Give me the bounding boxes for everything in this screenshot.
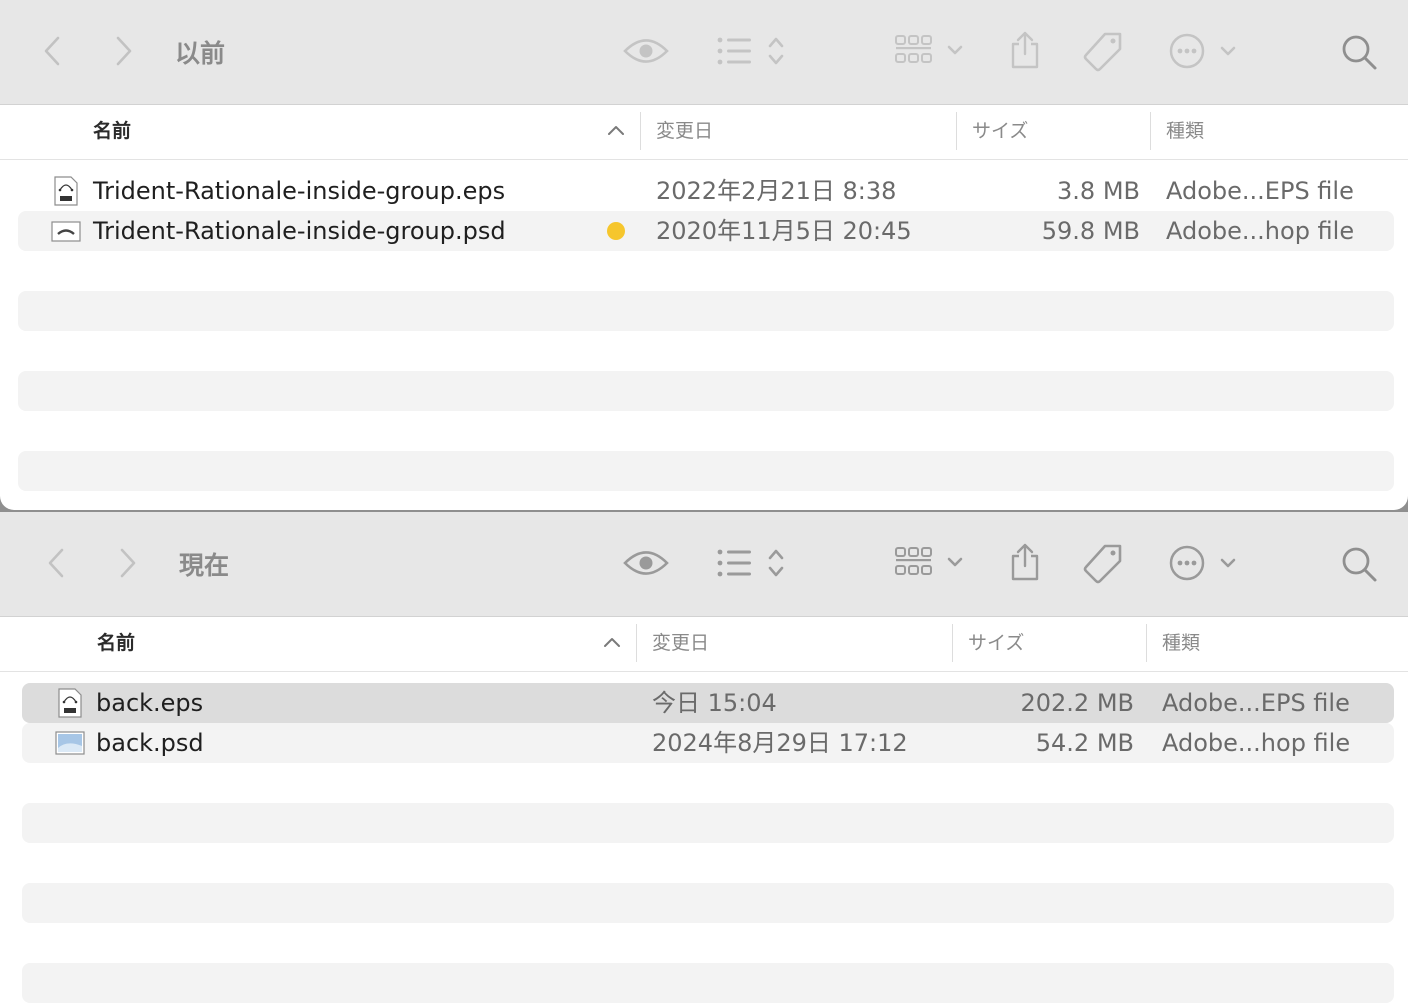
grid-view-icon[interactable] (893, 546, 969, 580)
search-icon[interactable] (1340, 545, 1378, 583)
window-title: 以前 (175, 39, 226, 68)
eps-file-icon (58, 688, 82, 718)
finder-window-current: 現在 名前 変更日 サイズ 種類 back.eps 今日 15:04 202.2… (0, 512, 1408, 1008)
list-view-icon[interactable] (714, 546, 792, 580)
file-date: 2024年8月29日 17:12 (652, 729, 908, 757)
file-size: 54.2 MB (1035, 729, 1134, 757)
empty-row (18, 451, 1394, 491)
file-kind: Adobe...EPS file (1162, 689, 1350, 717)
column-divider[interactable] (956, 112, 957, 150)
file-date: 2022年2月21日 8:38 (656, 177, 897, 205)
eye-icon[interactable] (622, 34, 670, 68)
psd-file-icon (55, 731, 85, 755)
empty-row (18, 371, 1394, 411)
grid-view-icon[interactable] (893, 34, 969, 68)
file-date: 今日 15:04 (652, 689, 777, 717)
column-divider[interactable] (1150, 112, 1151, 150)
file-size: 59.8 MB (1041, 217, 1140, 245)
file-size: 202.2 MB (1020, 689, 1134, 717)
share-icon[interactable] (1008, 542, 1042, 582)
empty-row (22, 803, 1394, 843)
column-divider[interactable] (640, 112, 641, 150)
file-size: 3.8 MB (1057, 177, 1140, 205)
eye-icon[interactable] (622, 546, 670, 580)
forward-icon[interactable] (114, 546, 140, 580)
window-title: 現在 (179, 551, 230, 580)
eps-file-icon (54, 176, 78, 206)
file-row[interactable]: Trident-Rationale-inside-group.eps 2022年… (18, 171, 1394, 211)
column-kind[interactable]: 種類 (1162, 617, 1200, 671)
file-kind: Adobe...EPS file (1166, 177, 1354, 205)
file-name: back.eps (96, 689, 204, 717)
column-divider[interactable] (952, 624, 953, 662)
file-row[interactable]: back.eps 今日 15:04 202.2 MB Adobe...EPS f… (22, 683, 1394, 723)
empty-row (18, 291, 1394, 331)
share-icon[interactable] (1008, 30, 1042, 70)
toolbar: 現在 (0, 512, 1408, 617)
file-kind: Adobe...hop file (1166, 217, 1355, 245)
column-size[interactable]: サイズ (972, 105, 1028, 159)
column-date[interactable]: 変更日 (652, 617, 709, 671)
column-header: 名前 変更日 サイズ 種類 (0, 105, 1408, 160)
tag-icon[interactable] (1082, 543, 1124, 585)
sort-ascending-icon[interactable] (607, 123, 625, 137)
file-row[interactable]: back.psd 2024年8月29日 17:12 54.2 MB Adobe.… (22, 723, 1394, 763)
finder-window-previous: 以前 名前 変更日 サイズ 種類 Trident-Rationale-insid… (0, 0, 1408, 510)
search-icon[interactable] (1340, 33, 1378, 71)
yellow-tag-icon (607, 222, 625, 240)
more-icon[interactable] (1168, 544, 1240, 582)
toolbar: 以前 (0, 0, 1408, 105)
file-kind: Adobe...hop file (1162, 729, 1351, 757)
sort-ascending-icon[interactable] (603, 635, 621, 649)
column-size[interactable]: サイズ (968, 617, 1024, 671)
column-name[interactable]: 名前 (97, 617, 135, 671)
column-divider[interactable] (1146, 624, 1147, 662)
more-icon[interactable] (1168, 32, 1240, 70)
tag-icon[interactable] (1082, 31, 1124, 73)
file-name: back.psd (96, 729, 204, 757)
file-row[interactable]: Trident-Rationale-inside-group.psd 2020年… (18, 211, 1394, 251)
file-date: 2020年11月5日 20:45 (656, 217, 912, 245)
column-kind[interactable]: 種類 (1166, 105, 1204, 159)
back-icon[interactable] (40, 34, 66, 68)
column-header: 名前 変更日 サイズ 種類 (0, 617, 1408, 672)
file-name: Trident-Rationale-inside-group.eps (93, 177, 506, 205)
column-date[interactable]: 変更日 (656, 105, 713, 159)
list-view-icon[interactable] (714, 34, 792, 68)
file-name: Trident-Rationale-inside-group.psd (93, 217, 506, 245)
back-icon[interactable] (44, 546, 70, 580)
forward-icon[interactable] (110, 34, 136, 68)
psd-file-icon (51, 221, 81, 242)
empty-row (22, 883, 1394, 923)
column-name[interactable]: 名前 (93, 105, 131, 159)
column-divider[interactable] (636, 624, 637, 662)
empty-row (22, 963, 1394, 1003)
